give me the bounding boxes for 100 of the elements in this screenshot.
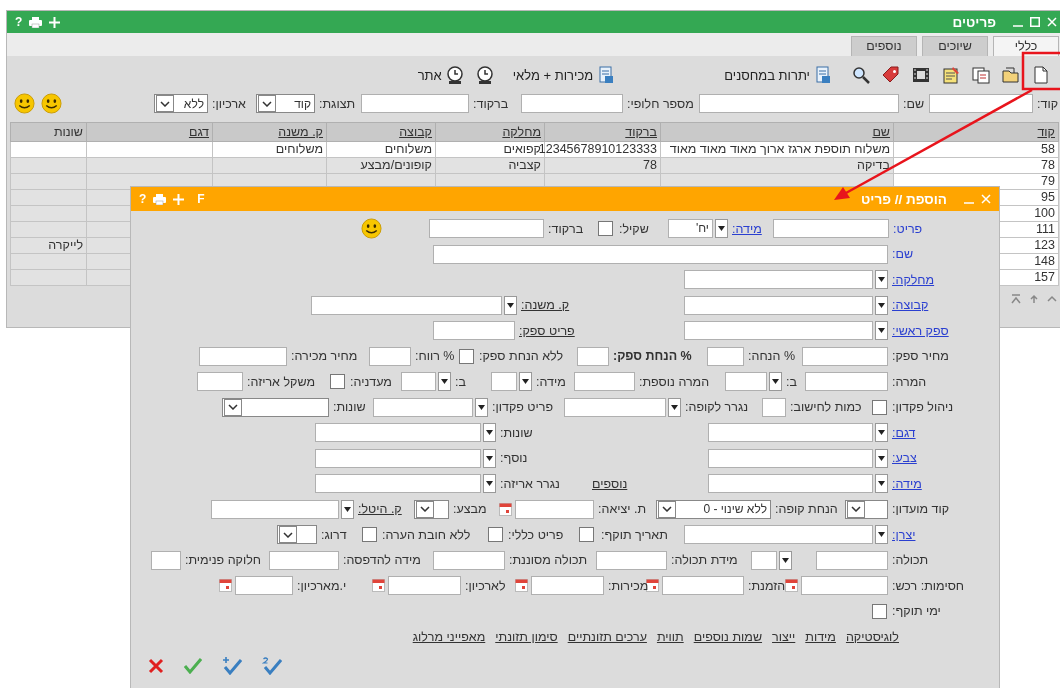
select-field[interactable]: קוד [256,94,315,114]
checkbox[interactable] [579,527,594,543]
checkbox[interactable] [598,221,613,237]
dropdown-field[interactable] [725,372,767,392]
calendar-icon[interactable] [515,579,528,593]
text-field[interactable] [433,550,505,570]
checkbox[interactable] [459,348,474,364]
report-icon[interactable] [813,65,833,85]
calendar-icon[interactable] [499,502,512,516]
text-field[interactable] [574,372,635,392]
move-icon[interactable] [49,16,61,28]
select-field[interactable] [414,499,449,519]
top-icon[interactable] [1011,293,1021,304]
clock-icon[interactable] [444,65,465,85]
checkbox[interactable] [872,399,887,415]
dropdown-button[interactable] [519,372,532,392]
dropdown-button[interactable] [875,295,888,315]
date-field[interactable] [801,576,888,596]
calendar-icon[interactable] [785,579,798,593]
dropdown-field[interactable] [315,423,481,443]
date-field[interactable] [235,576,293,596]
film-icon[interactable] [911,65,931,85]
copy-icon[interactable] [971,65,991,85]
select-field[interactable] [222,397,329,417]
column-header[interactable]: קוד [893,122,1059,141]
text-field[interactable] [773,219,889,239]
text-field[interactable] [199,346,287,366]
tab-link[interactable]: ייצור [772,629,796,644]
column-header[interactable]: דגם [86,122,213,141]
text-field[interactable] [433,321,515,341]
dropdown-field[interactable] [684,295,873,315]
dropdown-field[interactable] [373,397,473,417]
dropdown-button[interactable] [875,270,888,290]
text-field[interactable] [699,94,899,114]
field-link[interactable]: צבע: [888,451,917,466]
text-field[interactable] [802,346,888,366]
column-header[interactable]: שם [660,122,894,141]
calendar-icon[interactable] [219,579,232,593]
field-link[interactable]: מחלקה: [888,272,935,287]
select-field[interactable] [845,499,888,519]
dropdown-button[interactable] [875,448,888,468]
notepad-icon[interactable] [941,65,961,85]
checkbox[interactable] [488,527,503,543]
dropdown-field[interactable] [564,397,666,417]
check-icon[interactable] [184,657,202,674]
dropdown-field[interactable] [708,423,873,443]
calendar-icon[interactable] [372,579,385,593]
tab[interactable]: כללי [993,36,1059,56]
dropdown-field[interactable] [751,550,777,570]
dropdown-field[interactable] [211,499,339,519]
dropdown-button[interactable] [483,448,496,468]
select-field[interactable]: ללא [154,94,208,114]
up-arrow-icon[interactable] [1029,293,1039,304]
toolbar-button[interactable]: יתרות במחסנים [724,65,833,85]
dropdown-field[interactable] [491,372,517,392]
dropdown-button[interactable] [475,397,488,417]
tag-icon[interactable] [881,65,901,85]
field-link[interactable]: ספק ראשי: [888,323,949,338]
tab-link[interactable]: מידות [805,629,836,644]
dropdown-button[interactable] [875,525,888,545]
dropdown-field[interactable] [684,270,873,290]
dropdown-button[interactable] [438,372,451,392]
dropdown-button[interactable] [341,499,354,519]
text-field[interactable] [805,372,888,392]
field-link[interactable]: ק. היטל: [354,502,402,517]
text-field[interactable] [577,346,609,366]
calendar-icon[interactable] [646,579,659,593]
tab-link[interactable]: שמות נוספים [693,629,763,644]
dropdown-field[interactable] [311,295,502,315]
dropdown-button[interactable] [769,372,782,392]
text-field[interactable] [929,94,1033,114]
text-field[interactable] [369,346,411,366]
text-field[interactable] [521,94,623,114]
dropdown-button[interactable] [875,423,888,443]
move-icon[interactable] [173,193,185,205]
date-field[interactable] [388,576,461,596]
column-header[interactable]: ברקוד [544,122,661,141]
checkbox[interactable] [362,527,377,543]
tab-link[interactable]: לוגיסטיקה [845,629,899,644]
date-field[interactable] [662,576,744,596]
text-field[interactable] [151,550,181,570]
column-header[interactable]: ק. משנה [212,122,327,141]
dropdown-button[interactable] [779,550,792,570]
select-field[interactable]: ללא שינוי - 0 [656,499,771,519]
field-link[interactable]: פריט ספק: [515,323,575,338]
print-icon[interactable] [153,193,167,205]
dropdown-field[interactable] [315,448,481,468]
dropdown-button[interactable] [875,474,888,494]
toolbar-button[interactable]: מכירות + מלאי [512,65,617,85]
select-field[interactable] [277,525,317,545]
dropdown-field[interactable] [684,525,873,545]
text-field[interactable] [762,397,786,417]
field-link[interactable]: מידה: [728,221,762,236]
dropdown-field[interactable] [315,474,481,494]
dropdown-button[interactable] [668,397,681,417]
dropdown-button[interactable] [483,474,496,494]
dropdown-button[interactable] [715,219,728,239]
tab[interactable]: שיוכים [922,36,988,56]
dropdown-button[interactable] [875,321,888,341]
dropdown-field[interactable] [708,448,873,468]
